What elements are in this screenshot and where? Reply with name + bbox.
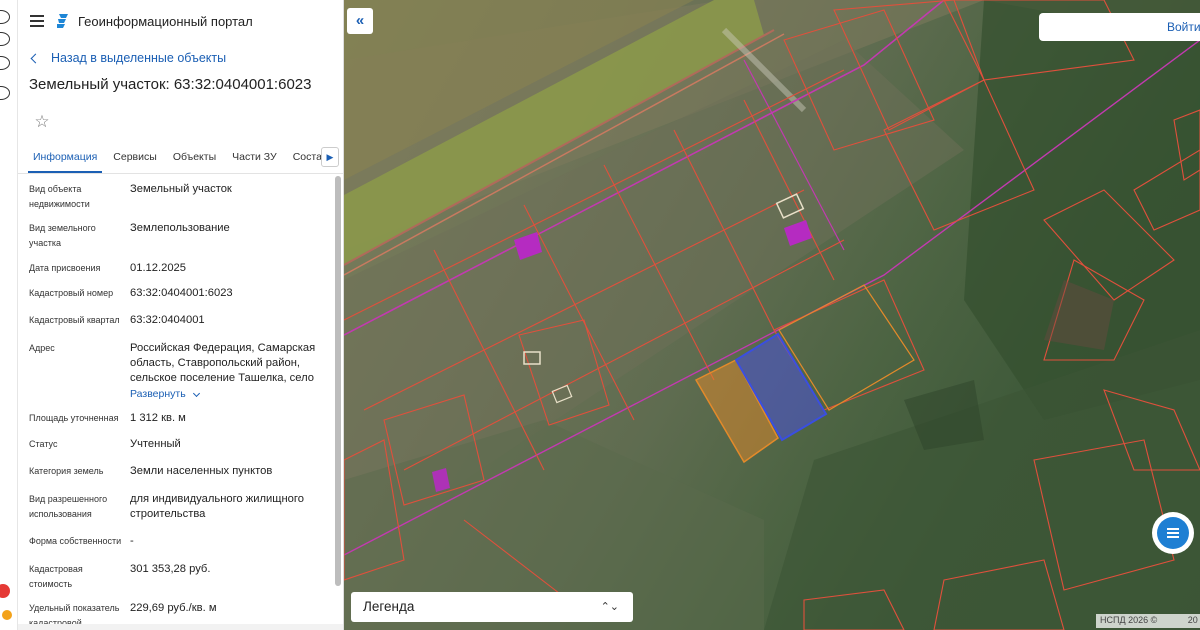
info-value: 1 312 кв. м	[130, 412, 186, 424]
menu-icon[interactable]	[30, 15, 44, 27]
info-label: Дата присвоения	[29, 263, 101, 273]
app-rail	[0, 0, 18, 630]
rail-icon-4[interactable]	[0, 86, 10, 100]
chevron-down-icon	[192, 389, 200, 397]
info-value: 01.12.2025	[130, 262, 186, 274]
favorite-star-icon[interactable]: ☆	[30, 110, 54, 134]
chat-button[interactable]	[1152, 512, 1194, 554]
info-value: 63:32:0404001:6023	[130, 287, 233, 299]
collapse-panel-button[interactable]: «	[347, 8, 373, 34]
legend-select[interactable]: Легенда ⌃⌄	[351, 592, 633, 622]
panel-scrollbar[interactable]	[335, 176, 341, 586]
attribution-suffix: 20	[1187, 615, 1198, 625]
rail-logo-icon[interactable]	[0, 584, 10, 598]
tab-services[interactable]: Сервисы	[108, 142, 162, 173]
info-value: Землепользование	[130, 222, 230, 234]
back-to-selected-link[interactable]: Назад в выделенные объекты	[18, 44, 343, 72]
info-value: Российская Федерация, Самарская область,…	[130, 341, 330, 402]
info-label: Категория земель	[29, 466, 104, 476]
rail-icon-1[interactable]	[0, 10, 10, 24]
panel-header: Геоинформационный портал	[18, 0, 343, 42]
login-button[interactable]: Войти	[1039, 13, 1200, 41]
expand-address-link[interactable]: Развернуть	[130, 387, 330, 402]
rail-icon-2[interactable]	[0, 32, 10, 46]
legend-label: Легенда	[363, 599, 415, 614]
rail-badge-icon	[2, 610, 12, 620]
info-value: для индивидуального жилищного строительс…	[130, 493, 304, 520]
tab-bar: Информация Сервисы Объекты Части ЗУ Сост…	[18, 142, 343, 174]
object-title: Земельный участок: 63:32:0404001:6023	[29, 76, 312, 93]
info-label: Статус	[29, 439, 58, 449]
info-value: 63:32:0404001	[130, 314, 205, 326]
tab-objects[interactable]: Объекты	[168, 142, 221, 173]
map-attribution: НСПД 2026 © 20	[1096, 614, 1200, 628]
panel-horizontal-scrollbar[interactable]	[18, 624, 343, 630]
tab-info[interactable]: Информация	[28, 142, 103, 173]
side-panel: Геоинформационный портал Назад в выделен…	[18, 0, 344, 630]
map-view[interactable]: « Войти Легенда ⌃⌄ НСПД 2026 © 20	[344, 0, 1200, 630]
map-layer	[344, 0, 1200, 630]
info-value: -	[130, 535, 134, 547]
info-value: 301 353,28 руб.	[130, 563, 211, 575]
address-text: Российская Федерация, Самарская область,…	[130, 342, 316, 384]
info-label: Вид объекта недвижимости	[29, 184, 90, 209]
portal-title: Геоинформационный портал	[78, 13, 253, 29]
portal-logo-icon	[57, 14, 68, 28]
tabs-next-button[interactable]: ▶	[321, 147, 339, 167]
info-label: Кадастровый номер	[29, 288, 114, 298]
tab-parts[interactable]: Части ЗУ	[227, 142, 282, 173]
info-label: Форма собственности	[29, 536, 122, 546]
info-label: Вид разрешенного использования	[29, 494, 108, 519]
back-link-label: Назад в выделенные объекты	[51, 51, 227, 65]
updown-chevron-icon: ⌃⌄	[600, 601, 619, 613]
info-label: Вид земельного участка	[29, 223, 96, 248]
info-value: Земельный участок	[130, 183, 232, 195]
info-label: Адрес	[29, 343, 55, 353]
chevron-left-icon	[30, 53, 41, 63]
info-value: Учтенный	[130, 438, 181, 450]
info-label: Кадастровая стоимость	[29, 564, 83, 589]
expand-label: Развернуть	[130, 388, 186, 400]
info-value: Земли населенных пунктов	[130, 465, 273, 477]
info-label: Площадь уточненная	[29, 413, 119, 423]
info-label: Кадастровый квартал	[29, 315, 120, 325]
attribution-text: НСПД 2026 ©	[1100, 615, 1158, 625]
rail-icon-3[interactable]	[0, 56, 10, 70]
info-value: 229,69 руб./кв. м	[130, 602, 217, 614]
